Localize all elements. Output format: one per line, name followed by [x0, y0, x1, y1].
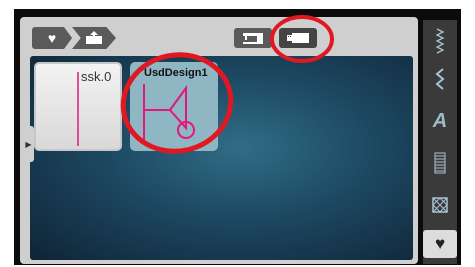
- machine-source-button[interactable]: [234, 28, 272, 48]
- breadcrumb-favorites[interactable]: ♥: [32, 27, 72, 49]
- folder-import-icon: [86, 31, 102, 44]
- zigzag-icon: [435, 68, 445, 90]
- embroidery-category-button[interactable]: [423, 190, 457, 220]
- embroidery-machine-icon: [243, 33, 263, 44]
- stitch-icon: [435, 28, 445, 54]
- file-tile-ssk[interactable]: ssk.0: [34, 62, 122, 151]
- heart-icon: ♥: [47, 30, 57, 46]
- usb-stick-icon: [287, 33, 309, 43]
- file-tile-usddesign1[interactable]: UsdDesign1: [130, 62, 218, 151]
- font-category-button[interactable]: A: [423, 106, 457, 136]
- stitch-category-button[interactable]: [423, 26, 457, 56]
- satin-category-button[interactable]: [423, 148, 457, 178]
- design-thumbnail: [143, 84, 195, 144]
- usb-source-button[interactable]: [279, 28, 317, 48]
- design-thumbnail: [77, 72, 79, 146]
- zigzag-category-button[interactable]: [423, 64, 457, 94]
- heart-icon: ♥: [434, 234, 446, 253]
- expand-panel-tab[interactable]: ▶: [23, 126, 34, 162]
- chevron-right-icon: ▶: [25, 139, 32, 149]
- category-rail: [423, 20, 457, 264]
- favorites-button[interactable]: ♥: [423, 230, 457, 258]
- satin-icon: [434, 152, 446, 174]
- embroidery-icon: [432, 197, 448, 213]
- font-icon: A: [432, 109, 448, 132]
